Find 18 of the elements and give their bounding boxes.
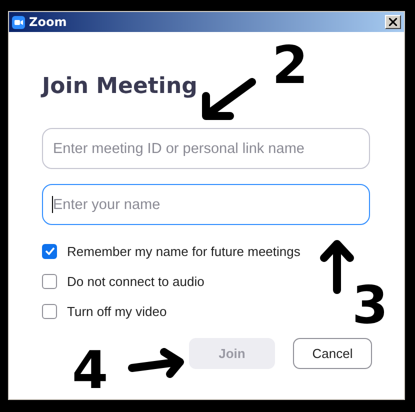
window-title: Zoom [29,15,68,29]
dialog-heading: Join Meeting [42,74,198,101]
checkbox[interactable] [42,274,57,288]
handwritten-number: 2 [272,40,308,92]
close-button[interactable] [385,15,401,29]
checkbox-label: Turn off my video [67,304,167,318]
cancel-button[interactable]: Cancel [293,338,372,369]
checkbox[interactable] [42,304,57,318]
checkbox-label: Do not connect to audio [67,274,204,288]
input-field[interactable]: Enter your name [42,184,370,225]
checkbox-label: Remember my name for future meetings [67,244,300,258]
text-cursor [52,196,53,213]
input-field[interactable]: Enter meeting ID or personal link name [42,128,370,169]
handwritten-number: 4 [72,345,108,397]
checkbox[interactable] [42,244,57,258]
close-icon [389,18,397,26]
video-camera-icon [12,16,25,28]
handwritten-number: 3 [352,280,388,332]
